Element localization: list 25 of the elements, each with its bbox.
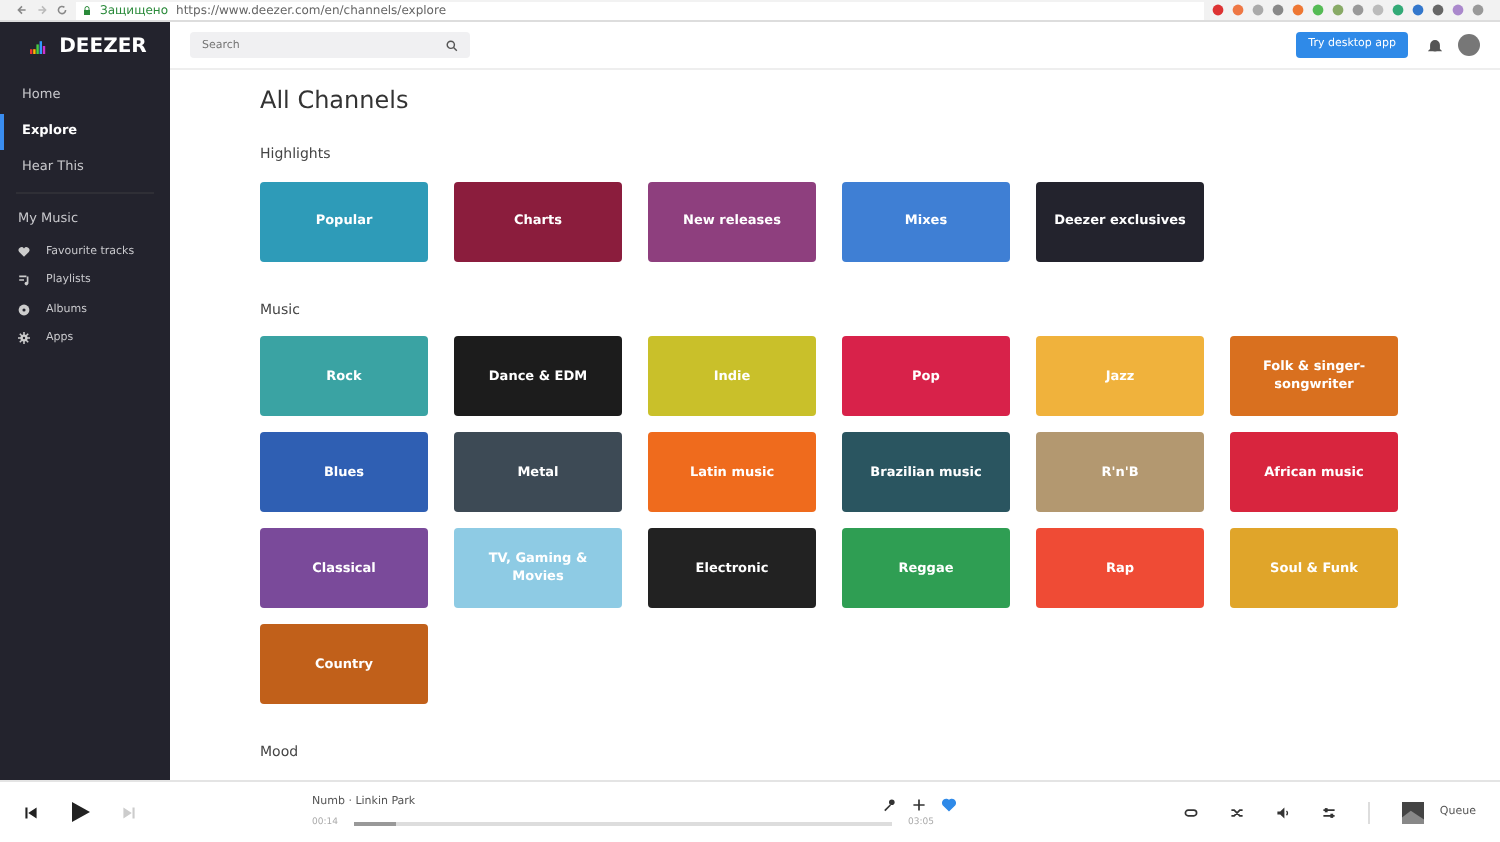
heart-icon[interactable]: [942, 798, 956, 812]
next-icon[interactable]: [122, 805, 136, 819]
heart-icon: [18, 246, 30, 259]
logo-text: DEEZER: [59, 33, 147, 61]
shuffle-icon[interactable]: [1229, 805, 1244, 819]
volume-icon[interactable]: [1275, 805, 1290, 819]
music-note-icon: [18, 274, 30, 287]
search-icon[interactable]: [446, 39, 458, 51]
page-title: All Channels: [260, 86, 411, 115]
back-icon[interactable]: [16, 4, 28, 16]
repeat-icon[interactable]: [1183, 805, 1198, 819]
gear-icon: [18, 331, 30, 344]
album-cover-icon: [1401, 801, 1424, 823]
equalizer-icon[interactable]: [1321, 805, 1336, 819]
lock-icon: [82, 5, 92, 15]
play-icon[interactable]: [70, 802, 90, 822]
plus-icon[interactable]: [912, 798, 926, 812]
forward-icon[interactable]: [36, 4, 48, 16]
bell-icon[interactable]: [1428, 38, 1442, 52]
avatar[interactable]: [1458, 34, 1480, 56]
reload-icon[interactable]: [56, 4, 68, 16]
previous-icon[interactable]: [24, 805, 38, 819]
progress-bar[interactable]: [353, 822, 893, 827]
microphone-icon[interactable]: [882, 798, 896, 812]
disc-icon: [18, 303, 30, 316]
